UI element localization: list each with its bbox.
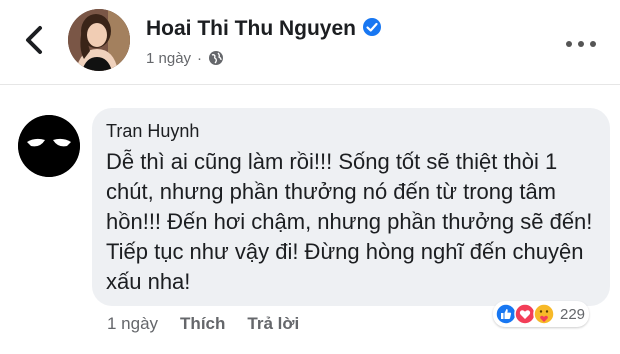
poster-avatar[interactable]: [68, 9, 130, 71]
reactions-summary[interactable]: 229: [493, 301, 590, 327]
commenter-avatar-image: [18, 115, 80, 177]
poster-name[interactable]: Hoai Thi Thu Nguyen: [146, 17, 382, 43]
like-button[interactable]: Thích: [180, 314, 225, 333]
more-dot: [590, 41, 596, 47]
comment-text: Dễ thì ai cũng làm rồi!!! Sống tốt sẽ th…: [106, 149, 593, 294]
post-time[interactable]: 1 ngày: [146, 50, 191, 67]
back-arrow-icon: [26, 26, 42, 54]
care-icon: [533, 303, 555, 325]
more-dot: [566, 41, 572, 47]
comment-area: Tran Huynh Dễ thì ai cũng làm rồi!!! Sốn…: [0, 85, 620, 354]
globe-icon: [208, 50, 224, 70]
verified-badge-icon: [362, 17, 382, 43]
comment-bubble: Tran Huynh Dễ thì ai cũng làm rồi!!! Sốn…: [92, 108, 610, 306]
commenter-avatar[interactable]: [18, 115, 80, 177]
meta-separator: ·: [197, 50, 203, 67]
reaction-count: 229: [560, 305, 586, 323]
more-options-button[interactable]: [566, 34, 606, 47]
reply-button[interactable]: Trả lời: [247, 314, 299, 333]
post-header: Hoai Thi Thu Nguyen 1 ngày ·: [0, 0, 620, 85]
comment-time[interactable]: 1 ngày: [107, 314, 158, 333]
comment-actions: 1 ngày Thích Trả lời: [107, 314, 321, 334]
poster-name-text: Hoai Thi Thu Nguyen: [146, 17, 356, 40]
poster-avatar-image: [68, 9, 130, 71]
post-meta: 1 ngày ·: [146, 50, 224, 70]
commenter-name[interactable]: Tran Huynh: [106, 121, 199, 142]
more-dot: [578, 41, 584, 47]
back-button[interactable]: [20, 22, 50, 58]
